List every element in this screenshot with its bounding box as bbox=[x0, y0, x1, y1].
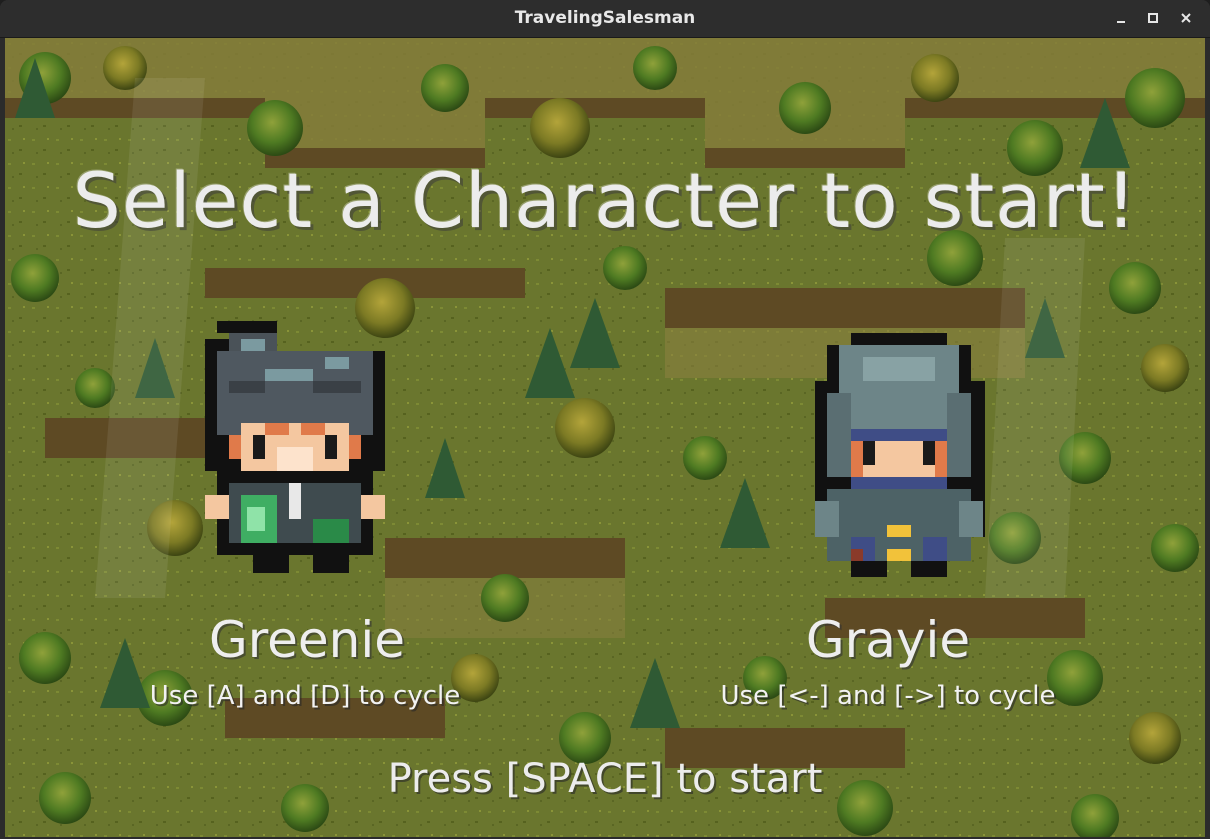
close-icon[interactable] bbox=[1175, 8, 1197, 30]
grayie-sprite[interactable] bbox=[815, 333, 985, 578]
headline: Select a Character to start! bbox=[72, 156, 1138, 245]
greenie-sprite[interactable] bbox=[205, 321, 385, 576]
character-name-greenie: Greenie bbox=[208, 611, 406, 669]
window-title: TravelingSalesman bbox=[514, 8, 696, 28]
minimize-icon[interactable] bbox=[1110, 8, 1132, 30]
game-canvas[interactable]: Select a Character to start! Greenie Use… bbox=[5, 38, 1205, 837]
maximize-icon[interactable] bbox=[1142, 8, 1164, 30]
app-window: TravelingSalesman Select a Character to … bbox=[0, 0, 1210, 839]
character-name-grayie: Grayie bbox=[805, 611, 971, 669]
cycle-hint-greenie: Use [A] and [D] to cycle bbox=[149, 681, 461, 711]
titlebar[interactable]: TravelingSalesman bbox=[0, 0, 1210, 38]
start-hint: Press [SPACE] to start bbox=[387, 756, 823, 802]
cycle-hint-grayie: Use [<-] and [->] to cycle bbox=[720, 681, 1056, 711]
